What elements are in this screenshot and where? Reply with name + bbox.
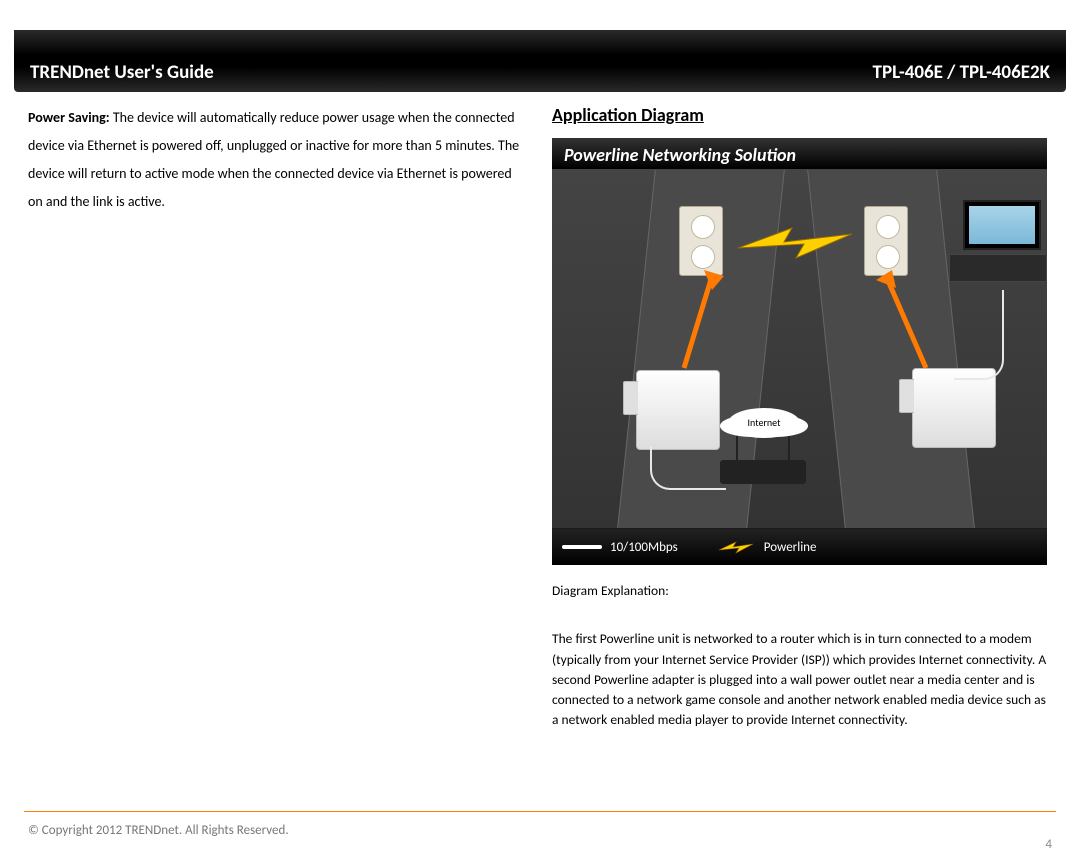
header-bar: TRENDnet User's Guide TPL-406E / TPL-406… <box>14 30 1066 92</box>
powerline-bolt-icon <box>736 224 854 260</box>
content-area: Power Saving: The device will automatica… <box>0 92 1080 731</box>
footer-divider <box>24 811 1056 812</box>
left-column: Power Saving: The device will automatica… <box>28 104 528 731</box>
diagram-scene: Internet <box>552 170 1047 528</box>
internet-cloud-icon: Internet <box>728 408 800 438</box>
router-icon <box>720 460 806 484</box>
ethernet-cable-left-icon <box>650 446 726 490</box>
legend-powerline-bolt-icon <box>718 540 754 554</box>
diagram-legend: 10/100Mbps Powerline <box>552 529 1047 565</box>
legend-powerline-label: Powerline <box>764 540 817 555</box>
diagram-explanation: Diagram Explanation: The first Powerline… <box>552 581 1052 731</box>
power-saving-label: Power Saving: <box>28 109 110 126</box>
power-outlet-right-icon <box>864 206 908 276</box>
powerline-adapter-left-icon <box>636 370 720 450</box>
footer-copyright: © Copyright 2012 TRENDnet. All Rights Re… <box>28 823 289 838</box>
legend-ethernet-line-icon <box>562 545 602 549</box>
tv-icon <box>963 200 1041 250</box>
application-diagram: Powerline Networking Solution <box>552 138 1047 565</box>
doc-title: TRENDnet User's Guide <box>30 61 214 84</box>
powerline-adapter-right-icon <box>912 368 996 448</box>
model-number: TPL-406E / TPL-406E2K <box>873 61 1050 84</box>
diagram-explanation-body: The first Powerline unit is networked to… <box>552 629 1052 730</box>
arrow-left-icon <box>674 270 734 380</box>
diagram-title: Powerline Networking Solution <box>552 138 1047 170</box>
application-diagram-heading: Application Diagram <box>552 104 1052 126</box>
right-column: Application Diagram Powerline Networking… <box>552 104 1052 731</box>
power-outlet-left-icon <box>679 206 723 276</box>
power-saving-paragraph: Power Saving: The device will automatica… <box>28 104 528 216</box>
legend-ethernet-label: 10/100Mbps <box>610 540 678 555</box>
ethernet-cable-right-icon <box>954 290 1004 380</box>
page-number: 4 <box>1045 837 1052 852</box>
arrow-right-icon <box>868 270 938 380</box>
tv-stand-icon <box>949 254 1047 282</box>
diagram-explanation-label: Diagram Explanation: <box>552 581 1052 601</box>
